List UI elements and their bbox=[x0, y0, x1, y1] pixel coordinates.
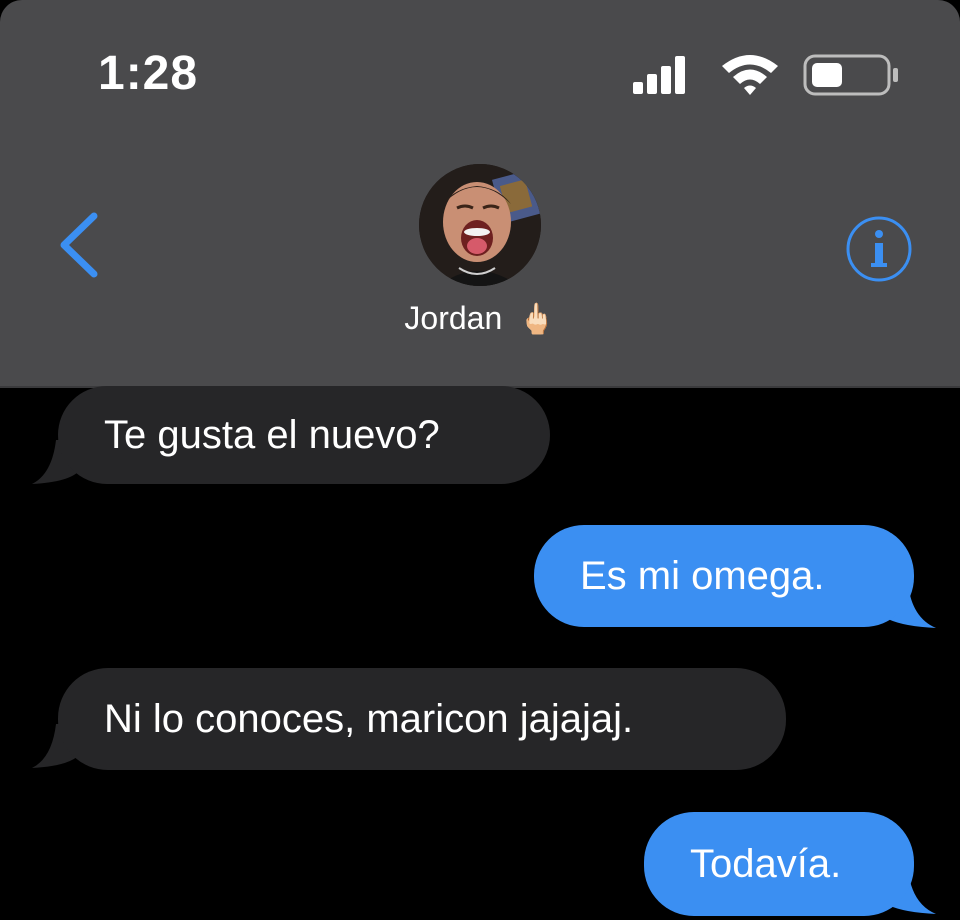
battery-icon bbox=[803, 54, 898, 96]
contact-name: Jordan bbox=[404, 300, 503, 336]
message-bubble-sent[interactable]: Es mi omega. bbox=[534, 525, 914, 627]
contact-name-button[interactable]: Jordan 🖕🏻 bbox=[0, 300, 960, 337]
message-bubble-received[interactable]: Te gusta el nuevo? bbox=[58, 386, 550, 484]
avatar[interactable] bbox=[419, 164, 541, 286]
message-text: Todavía. bbox=[690, 841, 842, 886]
info-button[interactable] bbox=[844, 214, 914, 284]
contact-emoji: 🖕🏻 bbox=[518, 303, 556, 336]
wifi-icon bbox=[722, 55, 778, 95]
message-bubble-received[interactable]: Ni lo conoces, maricon jajajaj. bbox=[58, 668, 786, 770]
chevron-left-icon bbox=[60, 212, 98, 278]
message-text: Ni lo conoces, maricon jajajaj. bbox=[104, 696, 634, 741]
message-text: Es mi omega. bbox=[580, 553, 825, 598]
signal-icon bbox=[633, 56, 685, 94]
status-time: 1:28 bbox=[98, 47, 199, 100]
message-text: Te gusta el nuevo? bbox=[104, 412, 440, 457]
back-button[interactable] bbox=[52, 210, 108, 280]
message-bubble-sent[interactable]: Todavía. bbox=[644, 812, 914, 916]
info-icon bbox=[846, 216, 912, 282]
